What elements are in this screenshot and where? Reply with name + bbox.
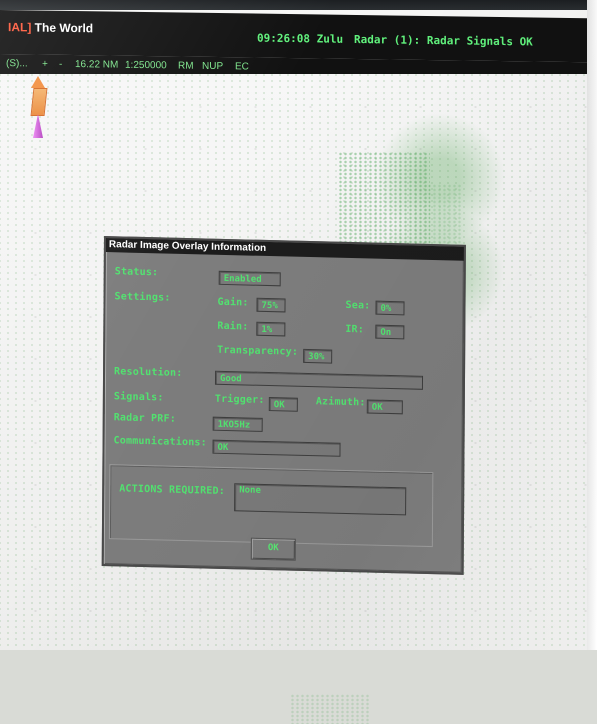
- sea-label: Sea:: [345, 299, 371, 312]
- rm-mode[interactable]: RM: [178, 60, 194, 71]
- nup-mode[interactable]: NUP: [202, 61, 223, 72]
- ir-field[interactable]: On: [375, 324, 405, 340]
- zoom-in-button[interactable]: +: [42, 59, 48, 70]
- resolution-label: Resolution:: [114, 366, 183, 379]
- range-readout: 16.22 NM: [75, 59, 119, 71]
- communications-field[interactable]: OK: [212, 439, 341, 457]
- scale-readout: 1:250000: [125, 59, 167, 72]
- radar-return-overlay-bottom: [290, 694, 370, 724]
- sea-field[interactable]: 0%: [375, 300, 405, 316]
- transparency-label: Transparency:: [217, 344, 299, 358]
- gain-label: Gain:: [217, 296, 249, 309]
- signals-label: Signals:: [113, 391, 164, 404]
- status-field[interactable]: Enabled: [218, 270, 281, 287]
- actions-required-field[interactable]: None: [234, 483, 407, 516]
- zoom-out-button[interactable]: -: [59, 59, 62, 70]
- resolution-field[interactable]: Good: [214, 370, 424, 390]
- monitor-bezel-top: [0, 0, 597, 10]
- communications-label: Communications:: [113, 435, 207, 449]
- ship-icon[interactable]: [28, 76, 48, 138]
- transparency-field[interactable]: 30%: [303, 348, 333, 364]
- ok-button[interactable]: OK: [250, 537, 296, 561]
- rain-label: Rain:: [217, 320, 249, 333]
- gain-field[interactable]: 75%: [256, 297, 286, 313]
- status-label: Status:: [114, 266, 159, 279]
- zulu-clock: 09:26:08 Zulu: [257, 31, 344, 46]
- azimuth-field[interactable]: OK: [366, 399, 403, 415]
- trigger-label: Trigger:: [214, 393, 265, 406]
- radar-image-overlay-dialog: Radar Image Overlay Information Status: …: [101, 236, 466, 575]
- radar-status-text: Radar (1): Radar Signals OK: [354, 32, 533, 49]
- ship-body-icon: [30, 88, 48, 116]
- trigger-field[interactable]: OK: [268, 397, 298, 412]
- monitor-bezel-right: [587, 0, 597, 650]
- settings-label: Settings:: [114, 291, 171, 304]
- azimuth-label: Azimuth:: [315, 396, 366, 409]
- photo-frame: IAL] The World 09:26:08 Zulu Radar (1): …: [0, 0, 597, 724]
- chart-title-text: The World: [34, 20, 94, 36]
- ec-mode[interactable]: EC: [235, 61, 249, 72]
- segment-indicator: (S)...: [6, 58, 28, 70]
- chart-title: IAL] The World: [8, 20, 93, 35]
- chart-title-tag: IAL]: [8, 20, 32, 35]
- radar-prf-label: Radar PRF:: [113, 412, 176, 425]
- ir-label: IR:: [345, 323, 365, 336]
- rain-field[interactable]: 1%: [256, 321, 286, 337]
- ship-heading-icon: [31, 76, 45, 88]
- radar-prf-field[interactable]: 1KO5Hz: [212, 416, 263, 432]
- ship-track-icon: [33, 114, 43, 138]
